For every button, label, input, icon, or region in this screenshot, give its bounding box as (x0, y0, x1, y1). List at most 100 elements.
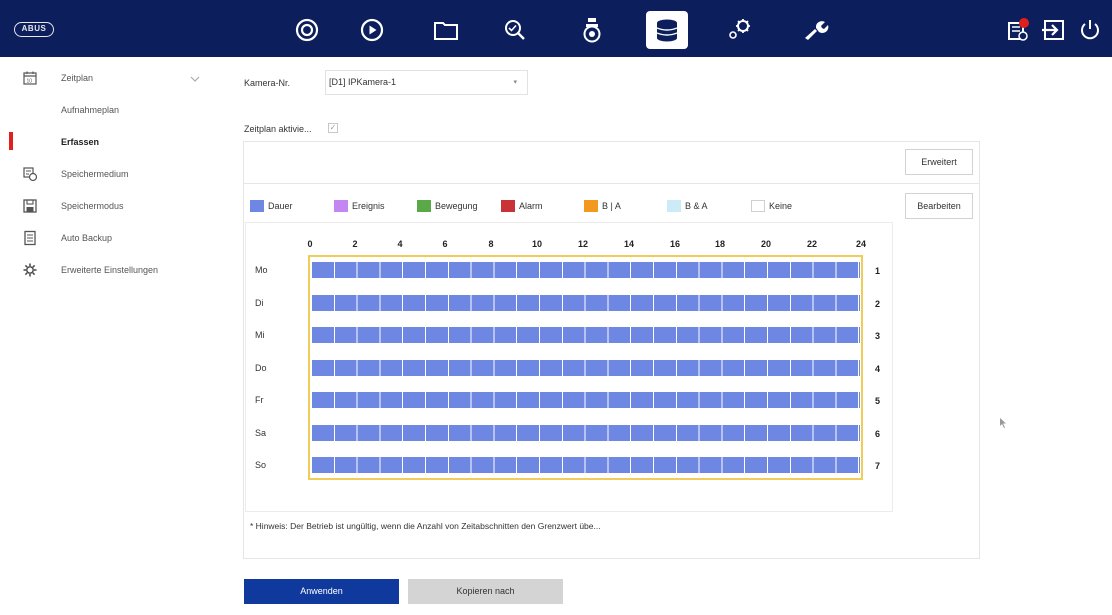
legend-item-b-oder-a[interactable]: B | A (584, 199, 621, 213)
sidebar-item-label: Erweiterte Einstellungen (61, 265, 159, 275)
legend-swatch (417, 200, 431, 212)
camera-icon[interactable] (572, 10, 612, 50)
sidebar-item-label: Zeitplan (61, 73, 94, 83)
day-label: Do (255, 363, 267, 373)
schedule-bar-do[interactable] (312, 360, 860, 376)
row-number: 1 (875, 266, 881, 276)
dropdown-caret-icon: ▾ (513, 79, 517, 86)
sidebar-item-auto-backup[interactable]: Auto Backup (0, 224, 215, 252)
gear-icon (23, 263, 37, 277)
sidebar-item-erweiterte-einstellungen[interactable]: Erweiterte Einstellungen (0, 256, 215, 284)
file-management-icon[interactable] (426, 10, 466, 50)
copy-to-button[interactable]: Kopieren nach (408, 579, 563, 604)
legend-item-bewegung[interactable]: Bewegung (417, 199, 478, 213)
mouse-cursor-icon (1000, 418, 1006, 428)
edit-button[interactable]: Bearbeiten (905, 193, 973, 219)
day-label: Mo (255, 265, 268, 275)
hour-label: 6 (442, 239, 448, 249)
schedule-bar-sa[interactable] (312, 425, 860, 441)
legend-label: Ereignis (352, 201, 385, 211)
row-number: 4 (875, 364, 881, 374)
hour-label: 24 (855, 239, 866, 249)
hour-label: 16 (669, 239, 680, 249)
svg-text:10: 10 (27, 79, 33, 85)
apply-button[interactable]: Anwenden (244, 579, 399, 604)
row-number: 2 (875, 299, 881, 309)
hour-label: 20 (760, 239, 771, 249)
legend-swatch (250, 200, 264, 212)
schedule-enable-label: Zeitplan aktivie... (244, 124, 312, 134)
sidebar-item-label: Erfassen (61, 137, 100, 147)
legend-swatch (501, 200, 515, 212)
legend-swatch (584, 200, 598, 212)
schedule-bar-mo[interactable] (312, 262, 860, 278)
sidebar-item-speichermedium[interactable]: Speichermedium (0, 160, 215, 188)
sidebar-item-label: Aufnahmeplan (61, 105, 120, 115)
schedule-bar-fr[interactable] (312, 392, 860, 408)
alarm-icon[interactable] (998, 10, 1038, 50)
row-number: 7 (875, 461, 881, 471)
row-number: 3 (875, 331, 881, 341)
legend-label: Keine (769, 201, 793, 211)
hint-text: * Hinweis: Der Betrieb ist ungültig, wen… (250, 521, 601, 531)
save-icon (23, 199, 37, 213)
legend-item-b-und-a[interactable]: B & A (667, 199, 708, 213)
sidebar-item-speichermodus[interactable]: Speichermodus (0, 192, 215, 220)
hour-label: 4 (397, 239, 403, 249)
top-navigation-bar: ABUS (0, 0, 1112, 57)
hour-label: 22 (806, 239, 817, 249)
day-label: Fr (255, 395, 264, 405)
storage-icon[interactable] (647, 10, 687, 50)
legend-label: Alarm (519, 201, 543, 211)
legend-item-alarm[interactable]: Alarm (501, 199, 543, 213)
day-label: Mi (255, 330, 265, 340)
day-label: Di (255, 298, 264, 308)
row-number: 5 (875, 396, 881, 406)
smart-search-icon[interactable] (495, 10, 535, 50)
legend-item-ereignis[interactable]: Ereignis (334, 199, 385, 213)
row-number: 6 (875, 429, 881, 439)
hour-label: 8 (488, 239, 494, 249)
live-view-icon[interactable] (287, 10, 327, 50)
sidebar-item-label: Speichermodus (61, 201, 124, 211)
hour-label: 14 (623, 239, 634, 249)
hour-label: 12 (577, 239, 588, 249)
legend-label: B | A (602, 201, 621, 211)
sidebar-item-erfassen[interactable]: Erfassen (0, 128, 215, 156)
sidebar-item-label: Auto Backup (61, 233, 113, 243)
maintenance-icon[interactable] (795, 10, 835, 50)
advanced-button[interactable]: Erweitert (905, 149, 973, 175)
camera-label: Kamera-Nr. (244, 78, 291, 88)
legend-item-keine[interactable]: Keine (751, 199, 792, 213)
day-label: So (255, 460, 267, 470)
day-label: Sa (255, 428, 267, 438)
legend-swatch (667, 200, 681, 212)
sidebar-item-zeitplan[interactable]: 10 Zeitplan (0, 64, 215, 92)
legend-label: B & A (685, 201, 708, 211)
panel-divider (243, 183, 980, 184)
configuration-icon[interactable] (719, 10, 759, 50)
hour-label: 18 (714, 239, 725, 249)
hour-label: 0 (307, 239, 313, 249)
schedule-bar-so[interactable] (312, 457, 860, 473)
sidebar-item-aufnahmeplan[interactable]: Aufnahmeplan (0, 96, 215, 124)
hour-label: 2 (352, 239, 358, 249)
schedule-bar-mi[interactable] (312, 327, 860, 343)
storage-device-icon (23, 167, 38, 182)
sidebar-item-label: Speichermedium (61, 169, 129, 179)
chevron-down-icon[interactable] (190, 75, 200, 83)
legend-label: Bewegung (435, 201, 478, 211)
camera-select[interactable]: [D1] IPKamera-1 ▾ (325, 70, 528, 95)
logout-icon[interactable] (1034, 10, 1074, 50)
legend-label: Dauer (268, 201, 293, 211)
schedule-enable-checkbox[interactable]: ✓ (328, 123, 338, 133)
hour-label: 10 (531, 239, 542, 249)
camera-select-value: [D1] IPKamera-1 (329, 77, 397, 87)
power-icon[interactable] (1070, 10, 1110, 50)
calendar-icon: 10 (23, 71, 37, 85)
schedule-bar-di[interactable] (312, 295, 860, 311)
legend-item-dauer[interactable]: Dauer (250, 199, 293, 213)
backup-icon (24, 230, 36, 246)
legend-swatch (751, 200, 765, 212)
playback-icon[interactable] (352, 10, 392, 50)
